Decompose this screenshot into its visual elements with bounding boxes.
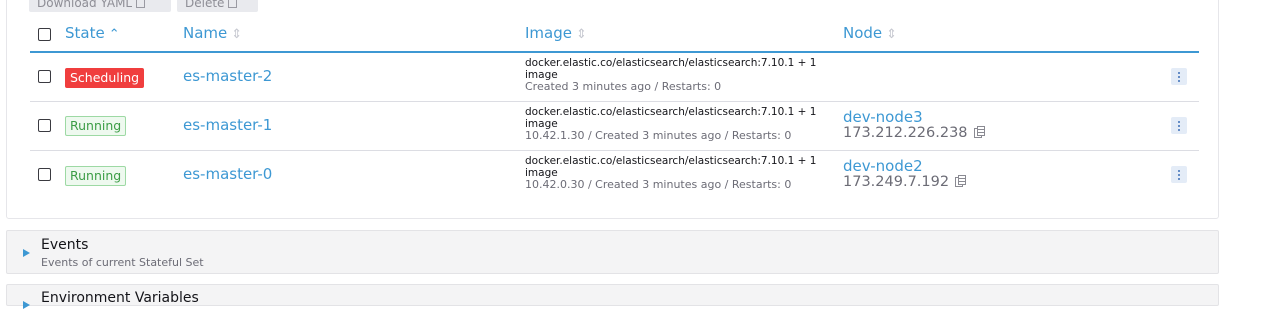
status-badge: Scheduling <box>65 68 145 88</box>
environment-variables-title: Environment Variables <box>41 290 199 306</box>
node-header-label: Node <box>843 24 883 42</box>
image-header-label: Image <box>525 24 572 42</box>
row-actions-button[interactable] <box>1171 117 1187 134</box>
row-checkbox[interactable] <box>38 70 51 83</box>
node-link[interactable]: dev-node2 <box>843 157 923 175</box>
expand-triangle-icon <box>23 249 30 257</box>
row-actions-button[interactable] <box>1171 166 1187 183</box>
events-subtitle: Events of current Stateful Set <box>41 256 204 269</box>
node-ip-text: 173.249.7.192 <box>843 174 950 190</box>
image-cell: docker.elastic.co/elasticsearch/elastics… <box>525 106 830 142</box>
row-actions-button[interactable] <box>1171 68 1187 85</box>
state-column-header[interactable]: State ⌃ <box>65 24 120 46</box>
image-cell: docker.elastic.co/elasticsearch/elastics… <box>525 155 830 191</box>
name-header-label: Name <box>183 24 228 42</box>
delete-label: Delete <box>185 0 225 10</box>
image-column-header[interactable]: Image ⇕ <box>525 24 587 46</box>
pod-meta: 10.42.1.30 / Created 3 minutes ago / Res… <box>525 129 792 142</box>
node-column-header[interactable]: Node ⇕ <box>843 24 897 46</box>
delete-button[interactable]: Delete <box>177 0 258 12</box>
header-divider <box>30 51 1199 53</box>
node-ip-text: 173.212.226.238 <box>843 125 968 141</box>
download-icon <box>136 0 146 8</box>
pod-name-link[interactable]: es-master-2 <box>183 67 272 85</box>
events-section[interactable]: Events Events of current Stateful Set <box>6 230 1219 274</box>
sort-icon: ⇕ <box>886 27 898 42</box>
sort-asc-icon: ⌃ <box>108 27 120 42</box>
download-yaml-label: Download YAML <box>37 0 133 10</box>
events-title: Events <box>41 237 89 253</box>
row-checkbox[interactable] <box>38 168 51 181</box>
name-column-header[interactable]: Name ⇕ <box>183 24 242 46</box>
status-badge: Running <box>65 116 127 136</box>
expand-triangle-icon <box>23 301 30 309</box>
row-divider <box>30 101 1199 102</box>
sort-icon: ⇕ <box>575 27 587 42</box>
node-ip: 173.212.226.238 <box>843 125 985 141</box>
download-yaml-button[interactable]: Download YAML <box>29 0 171 12</box>
row-checkbox[interactable] <box>38 119 51 132</box>
copy-icon[interactable] <box>973 126 985 139</box>
select-all-checkbox[interactable] <box>38 28 51 41</box>
node-link[interactable]: dev-node3 <box>843 108 923 126</box>
image-cell: docker.elastic.co/elasticsearch/elastics… <box>525 57 830 93</box>
pod-meta: Created 3 minutes ago / Restarts: 0 <box>525 80 722 93</box>
copy-icon[interactable] <box>955 175 967 188</box>
sort-icon: ⇕ <box>231 27 243 42</box>
node-ip: 173.249.7.192 <box>843 174 967 190</box>
row-divider <box>30 150 1199 151</box>
image-name: docker.elastic.co/elasticsearch/elastics… <box>525 57 817 69</box>
state-header-label: State <box>65 24 105 42</box>
status-badge: Running <box>65 166 127 186</box>
trash-icon <box>228 0 238 8</box>
pod-name-link[interactable]: es-master-1 <box>183 116 272 134</box>
image-name: docker.elastic.co/elasticsearch/elastics… <box>525 155 817 167</box>
environment-variables-section[interactable]: Environment Variables <box>6 284 1219 309</box>
pod-name-link[interactable]: es-master-0 <box>183 165 272 183</box>
image-name: docker.elastic.co/elasticsearch/elastics… <box>525 106 817 118</box>
pod-meta: 10.42.0.30 / Created 3 minutes ago / Res… <box>525 178 792 191</box>
